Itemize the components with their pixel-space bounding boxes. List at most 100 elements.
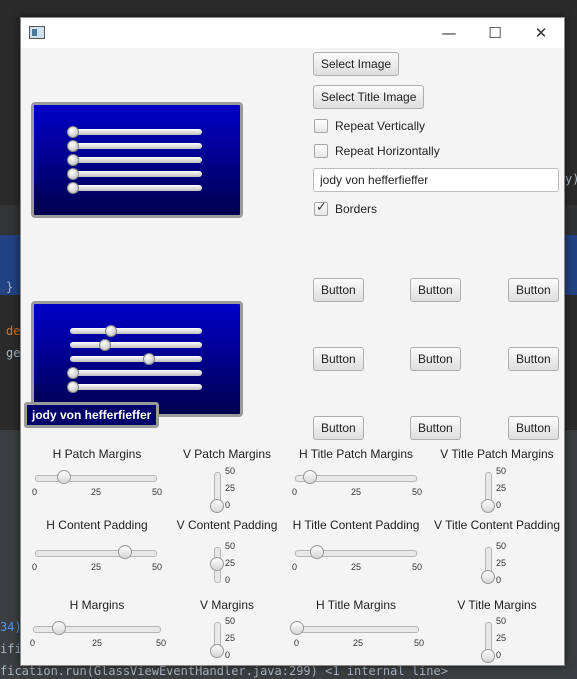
panel-slider-knob[interactable] — [104, 325, 117, 337]
grid-button[interactable]: Button — [508, 416, 559, 440]
slider-thumb[interactable] — [481, 649, 495, 663]
h-margins-label: H Margins — [69, 598, 125, 612]
slider-thumb[interactable] — [51, 621, 66, 635]
select-image-button[interactable]: Select Image — [313, 52, 400, 76]
minimize-button[interactable]: — — [426, 18, 472, 48]
h-patch-margins-slider[interactable]: 0 25 50 — [28, 470, 164, 497]
panel-slider-knob[interactable] — [67, 182, 79, 194]
slider-tick-label: 0 — [30, 638, 36, 648]
v-title-margins-slider[interactable]: 50 25 0 — [481, 616, 525, 663]
slider-tick-label: 0 — [496, 500, 502, 510]
preview-panel-default — [31, 102, 243, 218]
title-text-field[interactable] — [313, 168, 559, 192]
ide-code-fragment: y). — [565, 172, 577, 186]
grid-button[interactable]: Button — [410, 347, 461, 371]
grid-button[interactable]: Button — [313, 278, 364, 302]
slider-thumb[interactable] — [210, 499, 224, 513]
panel-slider-track — [70, 370, 202, 376]
h-title-content-padding-slider[interactable]: 0 25 50 — [288, 545, 424, 572]
v-margins-label: V Margins — [199, 598, 255, 612]
slider-tick-label: 25 — [225, 633, 236, 643]
ide-code-fragment: de — [6, 324, 21, 338]
slider-tick-label: 25 — [496, 633, 507, 643]
panel-title-label: jody von hefferfieffer — [24, 402, 160, 428]
close-button[interactable]: ✕ — [518, 18, 564, 48]
panel-slider-track — [70, 157, 202, 163]
slider-thumb[interactable] — [290, 621, 304, 635]
h-title-margins-label: H Title Margins — [315, 598, 397, 612]
slider-track[interactable] — [35, 475, 157, 482]
slider-tick-label: 25 — [353, 638, 364, 648]
slider-tick-label: 50 — [496, 466, 507, 476]
panel-slider-knob[interactable] — [67, 381, 79, 393]
h-content-padding-label: H Content Padding — [46, 518, 148, 532]
panel-slider-knob[interactable] — [142, 353, 155, 365]
slider-tick-label: 50 — [414, 638, 425, 648]
ide-code-fragment: ge — [6, 346, 21, 360]
slider-thumb[interactable] — [481, 499, 495, 513]
h-title-content-padding-label: H Title Content Padding — [292, 518, 420, 532]
checkbox-box[interactable] — [314, 144, 328, 158]
app-icon — [29, 26, 45, 39]
v-patch-margins-label: V Patch Margins — [182, 447, 272, 461]
v-margins-slider[interactable]: 50 25 0 — [210, 616, 254, 660]
panel-slider-knob[interactable] — [98, 339, 111, 351]
slider-thumb[interactable] — [309, 545, 324, 559]
slider-thumb[interactable] — [302, 470, 317, 484]
slider-thumb[interactable] — [210, 643, 224, 658]
select-title-image-button[interactable]: Select Title Image — [313, 85, 425, 109]
h-margins-slider[interactable]: 0 25 50 — [26, 621, 168, 648]
v-content-padding-slider[interactable]: 50 25 0 — [210, 541, 254, 585]
panel-slider-track — [70, 342, 202, 348]
grid-button[interactable]: Button — [313, 347, 364, 371]
panel-slider-track — [70, 171, 202, 177]
panel-slider-knob[interactable] — [67, 168, 79, 180]
slider-tick-label: 50 — [156, 638, 167, 648]
h-title-patch-margins-label: H Title Patch Margins — [298, 447, 414, 461]
maximize-button[interactable]: ☐ — [472, 18, 518, 48]
slider-track[interactable] — [35, 550, 157, 557]
slider-tick-label: 0 — [292, 562, 298, 572]
v-patch-margins-slider[interactable]: 50 25 0 — [210, 466, 254, 513]
slider-tick-label: 50 — [225, 466, 236, 476]
checkbox-box[interactable] — [314, 119, 328, 133]
title-bar[interactable]: — ☐ ✕ — [21, 18, 564, 48]
grid-button[interactable]: Button — [508, 347, 559, 371]
preview-panel-titled — [31, 301, 243, 417]
v-title-patch-margins-slider[interactable]: 50 25 0 — [481, 466, 525, 513]
v-title-content-padding-slider[interactable]: 50 25 0 — [481, 541, 525, 585]
panel-slider-knob[interactable] — [67, 154, 79, 166]
slider-tick-label: 50 — [412, 562, 423, 572]
grid-button[interactable]: Button — [508, 278, 559, 302]
grid-button[interactable]: Button — [313, 416, 364, 440]
h-title-margins-slider[interactable]: 0 25 50 — [290, 621, 426, 648]
v-content-padding-label: V Content Padding — [176, 518, 278, 532]
v-title-patch-margins-label: V Title Patch Margins — [440, 447, 554, 461]
panel-slider-knob[interactable] — [67, 140, 79, 152]
checkbox-label: Borders — [335, 202, 378, 216]
panel-slider-track — [70, 143, 202, 149]
slider-tick-label: 25 — [496, 483, 507, 493]
slider-tick-label: 25 — [225, 483, 236, 493]
slider-tick-label: 25 — [91, 487, 102, 497]
checkbox-box[interactable] — [314, 200, 328, 216]
panel-slider-knob[interactable] — [67, 367, 79, 379]
slider-tick-label: 0 — [292, 487, 298, 497]
grid-button[interactable]: Button — [410, 416, 461, 440]
slider-tick-label: 0 — [225, 575, 231, 585]
v-title-content-padding-label: V Title Content Padding — [433, 518, 561, 532]
h-content-padding-slider[interactable]: 0 25 50 — [28, 545, 164, 572]
slider-thumb[interactable] — [210, 557, 224, 571]
slider-track[interactable] — [297, 626, 419, 633]
slider-tick-label: 25 — [351, 562, 362, 572]
slider-thumb[interactable] — [481, 569, 495, 584]
checkbox-label: Repeat Vertically — [335, 119, 426, 133]
slider-tick-label: 50 — [225, 616, 236, 626]
h-title-patch-margins-slider[interactable]: 0 25 50 — [288, 470, 424, 497]
h-patch-margins-label: H Patch Margins — [52, 447, 142, 461]
ide-code-fragment: ifi — [0, 642, 22, 656]
panel-slider-knob[interactable] — [67, 126, 79, 138]
slider-tick-label: 0 — [225, 500, 231, 510]
grid-button[interactable]: Button — [410, 278, 461, 302]
slider-tick-label: 50 — [152, 487, 163, 497]
